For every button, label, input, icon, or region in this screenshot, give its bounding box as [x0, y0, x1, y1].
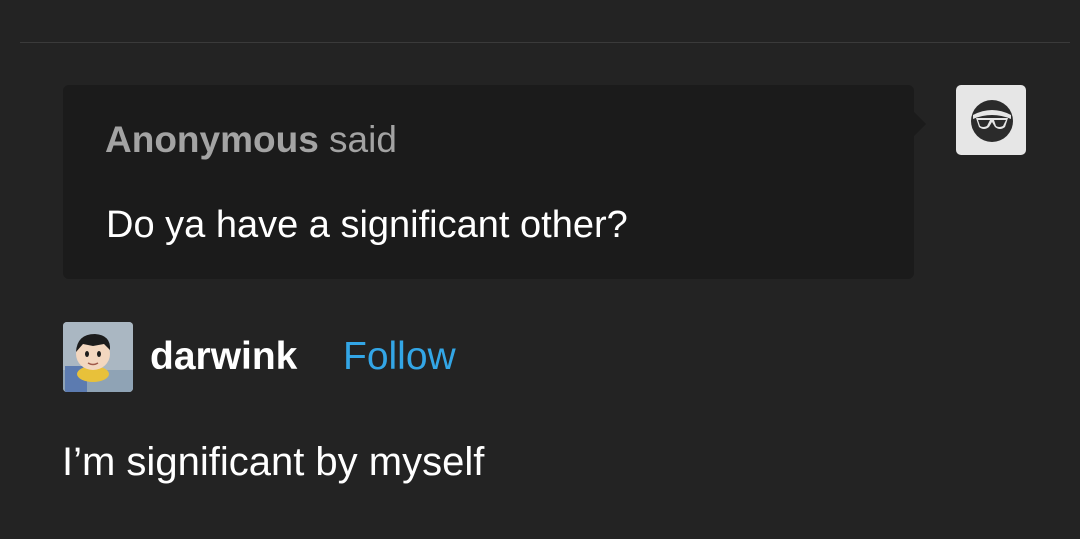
username-link[interactable]: darwink — [150, 335, 297, 379]
anonymous-avatar[interactable] — [956, 85, 1026, 155]
cartoon-avatar-image — [63, 322, 133, 392]
follow-button[interactable]: Follow — [343, 335, 456, 379]
answer-text: I’m significant by myself — [62, 440, 485, 484]
sunglasses-face-icon — [971, 100, 1013, 142]
top-divider — [20, 42, 1070, 43]
user-avatar[interactable] — [63, 322, 133, 392]
asker-line: Anonymous said — [105, 119, 397, 161]
question-text: Do ya have a significant other? — [106, 204, 628, 246]
asker-name: Anonymous — [105, 119, 319, 160]
said-label: said — [318, 119, 397, 160]
ask-bubble: Anonymous said Do ya have a significant … — [63, 85, 926, 279]
